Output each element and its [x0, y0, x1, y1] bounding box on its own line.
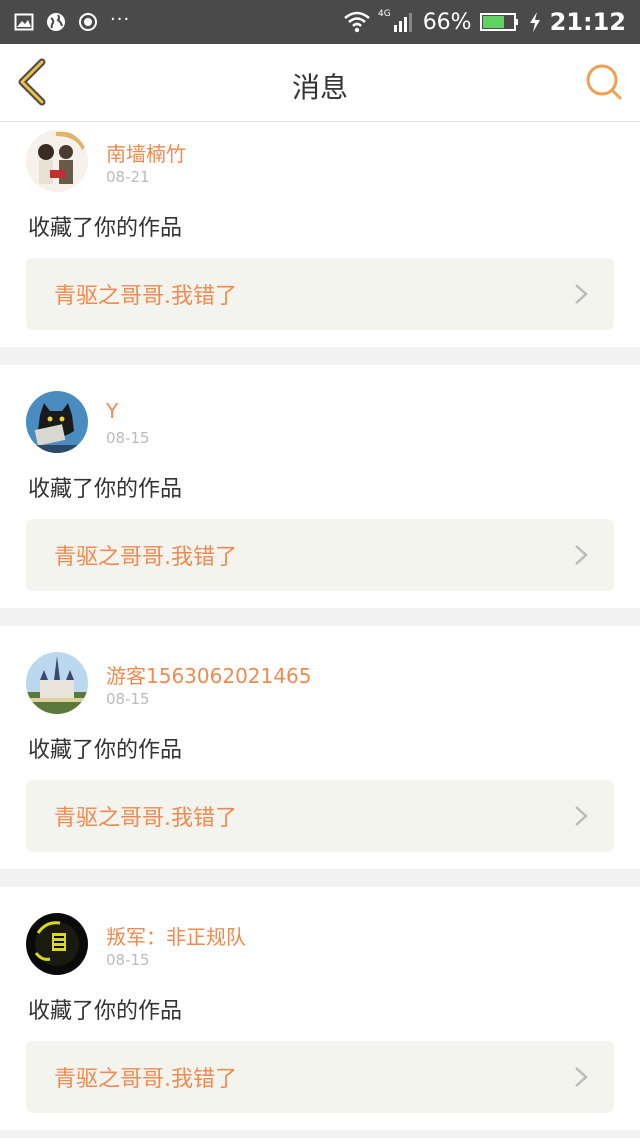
battery-percent: 66% — [422, 9, 472, 35]
message-card: 叛军：非正规队 08-15 收藏了你的作品 青驱之哥哥.我错了 — [0, 887, 640, 1130]
message-card: Y 08-15 收藏了你的作品 青驱之哥哥.我错了 — [0, 365, 640, 608]
work-title: 青驱之哥哥.我错了 — [54, 545, 237, 570]
action-text: 收藏了你的作品 — [28, 999, 183, 1024]
search-icon[interactable] — [584, 62, 624, 102]
chevron-right-icon — [574, 283, 588, 305]
avatar[interactable] — [26, 130, 88, 192]
wifi-icon — [344, 11, 370, 33]
work-title: 青驱之哥哥.我错了 — [54, 806, 237, 831]
page-title: 消息 — [291, 71, 348, 104]
action-text: 收藏了你的作品 — [28, 477, 183, 502]
chevron-right-icon — [574, 1066, 588, 1088]
message-date: 08-21 — [106, 168, 150, 186]
user-name[interactable]: 南墙楠竹 — [106, 138, 186, 167]
work-link[interactable]: 青驱之哥哥.我错了 — [26, 1041, 614, 1113]
message-card: 南墙楠竹 08-21 收藏了你的作品 青驱之哥哥.我错了 — [0, 122, 640, 347]
action-text: 收藏了你的作品 — [28, 216, 183, 241]
action-text: 收藏了你的作品 — [28, 738, 183, 763]
chevron-right-icon — [574, 805, 588, 827]
avatar[interactable] — [26, 652, 88, 714]
battery-icon — [479, 12, 520, 32]
charging-icon — [528, 11, 542, 33]
work-link[interactable]: 青驱之哥哥.我错了 — [26, 780, 614, 852]
chevron-right-icon — [574, 544, 588, 566]
globe-icon — [46, 12, 66, 32]
clock: 21:12 — [549, 8, 626, 36]
avatar[interactable] — [26, 391, 88, 453]
more-dots-icon: ··· — [110, 8, 131, 30]
message-date: 08-15 — [106, 429, 150, 447]
work-link[interactable]: 青驱之哥哥.我错了 — [26, 258, 614, 330]
avatar[interactable] — [26, 913, 88, 975]
signal-icon — [393, 11, 415, 33]
message-date: 08-15 — [106, 951, 150, 969]
image-icon — [14, 12, 34, 32]
user-name[interactable]: 叛军：非正规队 — [106, 921, 246, 950]
work-link[interactable]: 青驱之哥哥.我错了 — [26, 519, 614, 591]
user-name[interactable]: Y — [106, 399, 118, 423]
work-title: 青驱之哥哥.我错了 — [54, 1067, 237, 1092]
record-icon — [78, 12, 98, 32]
message-date: 08-15 — [106, 690, 150, 708]
work-title: 青驱之哥哥.我错了 — [54, 284, 237, 309]
status-bar: ··· 4G 66% 21:12 — [0, 0, 640, 44]
app-header: 消息 — [0, 44, 640, 122]
message-card: 游客1563062021465 08-15 收藏了你的作品 青驱之哥哥.我错了 — [0, 626, 640, 869]
user-name[interactable]: 游客1563062021465 — [106, 660, 311, 689]
network-type: 4G — [377, 9, 391, 19]
